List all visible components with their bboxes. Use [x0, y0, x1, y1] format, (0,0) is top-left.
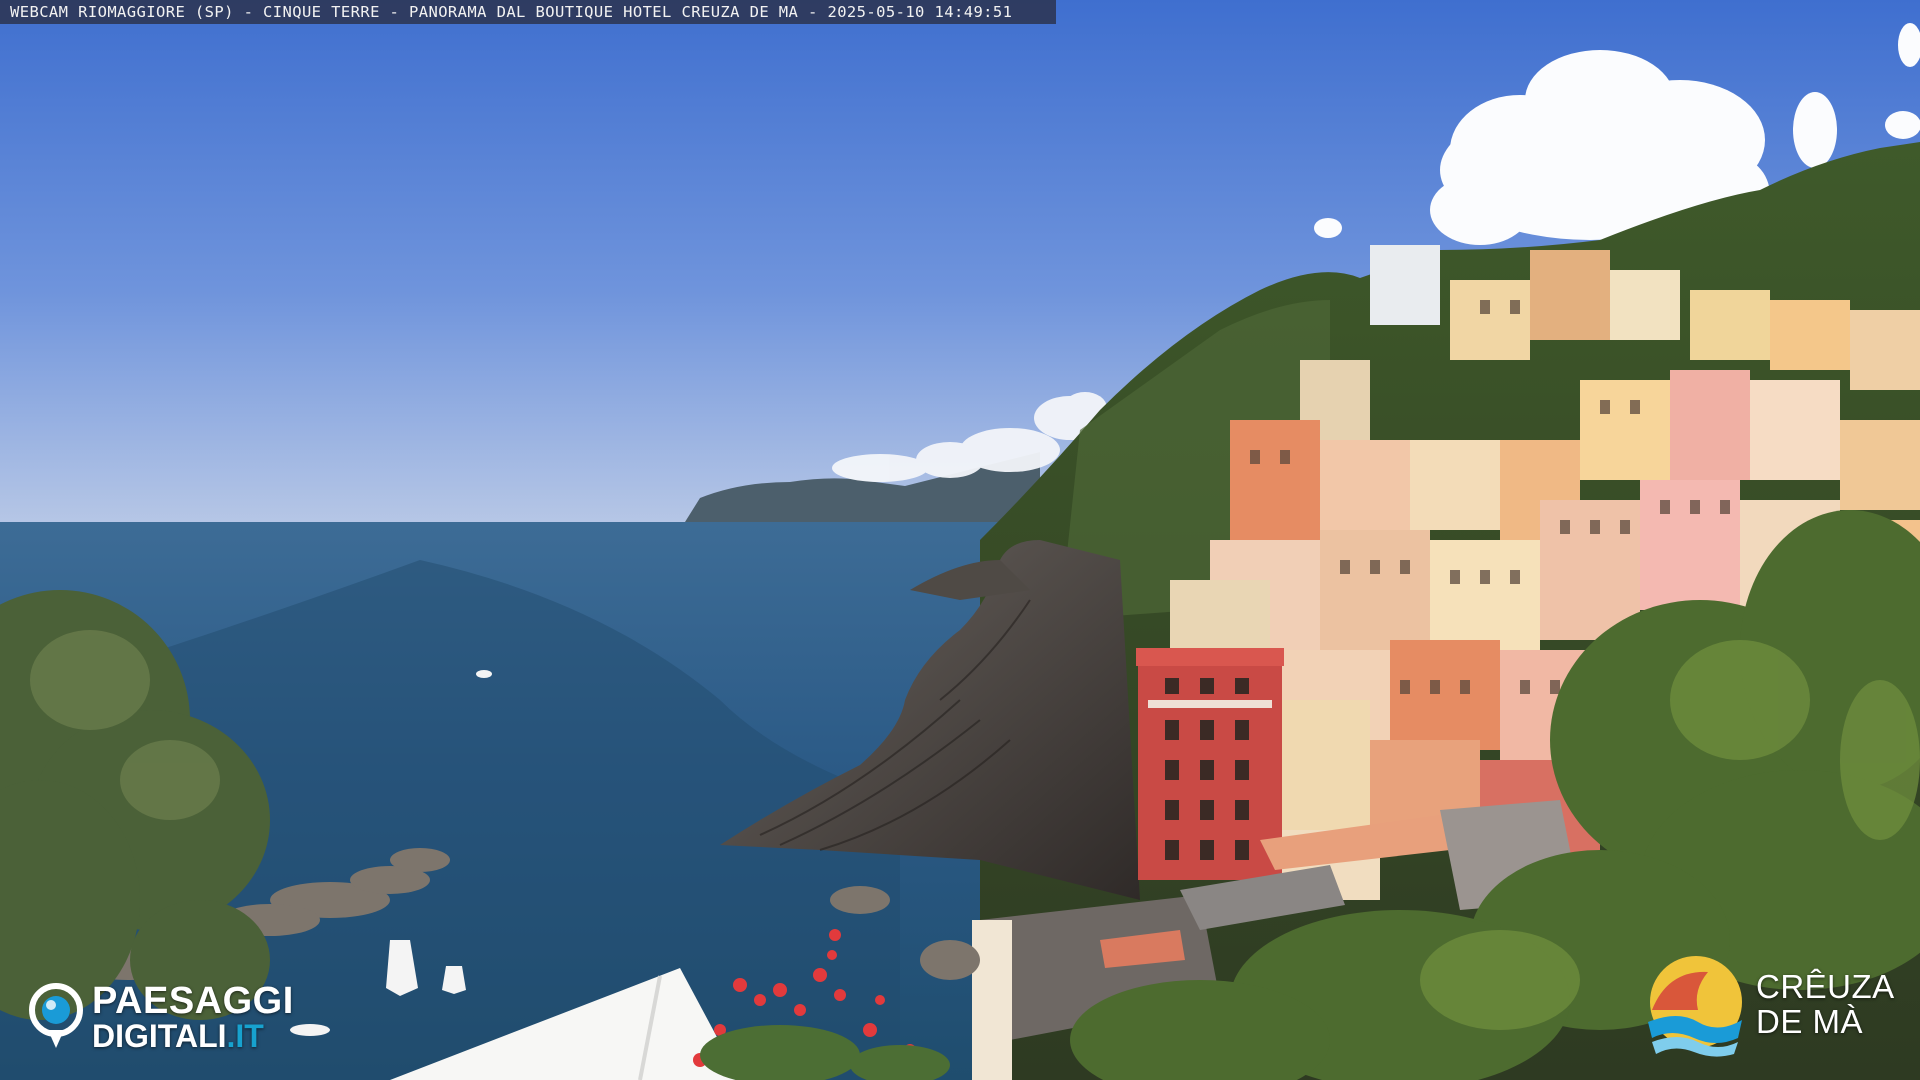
webcam-caption: WEBCAM RIOMAGGIORE (SP) - CINQUE TERRE -…	[0, 0, 1056, 24]
creuza-sun-wave-icon	[1648, 956, 1742, 1057]
logo-left-suffix: .IT	[226, 1018, 264, 1054]
panorama-image	[0, 0, 1920, 1080]
logo-right-line1: CRÊUZA	[1756, 968, 1895, 1006]
creuza-de-ma-logo: CRÊUZA DE MÀ	[1638, 946, 1898, 1064]
logo-left-line2: DIGITALI	[92, 1018, 227, 1054]
logo-left-line1: PAESAGGI	[92, 980, 294, 1022]
logo-right-line2: DE MÀ	[1756, 1003, 1864, 1040]
location-pin-icon	[29, 983, 83, 1048]
webcam-frame: WEBCAM RIOMAGGIORE (SP) - CINQUE TERRE -…	[0, 0, 1920, 1080]
paesaggi-digitali-logo: PAESAGGI DIGITALI .IT	[26, 982, 336, 1052]
